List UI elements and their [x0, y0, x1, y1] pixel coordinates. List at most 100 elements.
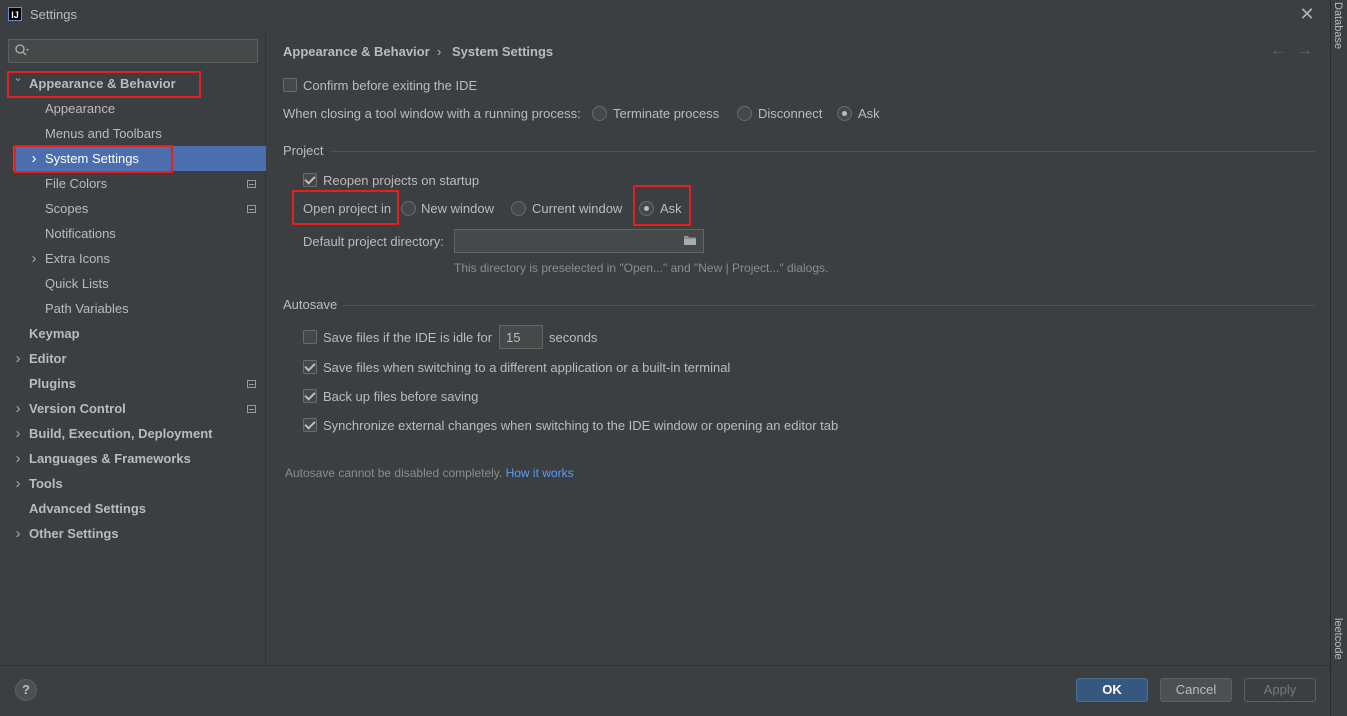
settings-content: [266, 30, 1330, 665]
chevron-right-icon[interactable]: ›: [13, 521, 23, 546]
search-icon: [15, 44, 29, 56]
chevron-right-icon[interactable]: ›: [13, 471, 23, 496]
chevron-right-icon[interactable]: ›: [13, 421, 23, 446]
chevron-right-icon[interactable]: ›: [13, 346, 23, 371]
default-directory-input[interactable]: [454, 229, 704, 253]
save-on-switch-label: Save files when switching to a different…: [323, 360, 731, 375]
backup-files-label: Back up files before saving: [323, 389, 479, 404]
sidebar-item-file-colors[interactable]: File Colors: [45, 171, 107, 196]
chevron-right-icon[interactable]: ›: [29, 146, 39, 171]
sidebar-item-label: Keymap: [29, 326, 80, 341]
sidebar-item-notifications[interactable]: Notifications: [45, 221, 116, 246]
sidebar-item-appearance[interactable]: Appearance: [45, 96, 115, 121]
sidebar-item-label: Editor: [29, 351, 67, 366]
sidebar-item-system-settings[interactable]: System Settings: [13, 146, 266, 171]
ok-button[interactable]: OK: [1076, 678, 1148, 702]
sidebar-item-version-control[interactable]: Version Control: [29, 396, 126, 421]
sidebar-item-quick-lists[interactable]: Quick Lists: [45, 271, 109, 296]
terminate-process-radio[interactable]: [592, 106, 607, 121]
sidebar-item-scopes[interactable]: Scopes: [45, 196, 88, 221]
disconnect-radio[interactable]: [737, 106, 752, 121]
save-idle-label: Save files if the IDE is idle for: [323, 330, 493, 345]
sidebar-item-build-execution-deployment[interactable]: Build, Execution, Deployment: [29, 421, 212, 446]
sidebar-item-tools[interactable]: Tools: [29, 471, 63, 496]
sidebar-item-other-settings[interactable]: Other Settings: [29, 521, 119, 546]
save-on-switch-checkbox[interactable]: [303, 360, 317, 374]
sidebar-item-label: Other Settings: [29, 526, 119, 541]
help-button[interactable]: ?: [15, 679, 37, 701]
forward-arrow-icon[interactable]: →: [1297, 42, 1313, 60]
backup-files-checkbox[interactable]: [303, 389, 317, 403]
chevron-right-icon[interactable]: ›: [13, 446, 23, 471]
sync-external-label: Synchronize external changes when switch…: [323, 418, 839, 433]
breadcrumb-parent[interactable]: Appearance & Behavior: [283, 44, 430, 59]
sidebar-item-label: Scopes: [45, 201, 89, 216]
open-project-ask-label: Ask: [660, 201, 682, 216]
sidebar-item-label: File Colors: [45, 176, 108, 191]
tool-window-label: When closing a tool window with a runnin…: [283, 106, 581, 121]
sidebar-item-label: Quick Lists: [45, 276, 109, 291]
right-tool-strip: Database leetcode: [1330, 0, 1347, 716]
sidebar-item-label: Notifications: [45, 226, 116, 241]
sidebar-item-label: Advanced Settings: [29, 501, 147, 516]
sidebar-item-path-variables[interactable]: Path Variables: [45, 296, 129, 321]
default-directory-hint: This directory is preselected in "Open..…: [454, 261, 829, 275]
sidebar-item-languages-frameworks[interactable]: Languages & Frameworks: [29, 446, 191, 471]
sidebar-item-editor[interactable]: Editor: [29, 346, 67, 371]
sidebar-item-keymap[interactable]: Keymap: [29, 321, 80, 346]
sidebar-item-extra-icons[interactable]: Extra Icons: [45, 246, 110, 271]
project-level-icon: [247, 405, 256, 413]
tool-window-ask-label: Ask: [858, 106, 880, 121]
close-icon[interactable]: ✕: [1299, 5, 1315, 23]
open-project-ask-radio[interactable]: [639, 201, 654, 216]
terminate-process-label: Terminate process: [613, 106, 720, 121]
search-input[interactable]: [8, 39, 258, 63]
new-window-label: New window: [421, 201, 494, 216]
title-bar: [0, 0, 1330, 30]
project-level-icon: [247, 180, 256, 188]
autosave-note-text: Autosave cannot be disabled completely.: [285, 466, 503, 480]
autosave-section-title: Autosave: [283, 297, 338, 312]
idle-seconds-unit: seconds: [549, 330, 598, 345]
leetcode-tool-tab[interactable]: leetcode: [1332, 618, 1344, 660]
default-directory-label: Default project directory:: [303, 234, 444, 249]
sidebar-item-label: Languages & Frameworks: [29, 451, 191, 466]
page-title: System Settings: [452, 44, 554, 59]
disconnect-label: Disconnect: [758, 106, 823, 121]
sidebar-item-label: Menus and Toolbars: [45, 126, 162, 141]
sidebar-item-appearance-behavior[interactable]: Appearance & Behavior: [29, 71, 176, 96]
how-it-works-link[interactable]: How it works: [506, 466, 574, 480]
folder-icon[interactable]: [683, 234, 697, 246]
sidebar-item-plugins[interactable]: Plugins: [29, 371, 76, 396]
new-window-radio[interactable]: [401, 201, 416, 216]
current-window-radio[interactable]: [511, 201, 526, 216]
sidebar-item-label: Plugins: [29, 376, 76, 391]
tool-window-ask-radio[interactable]: [837, 106, 852, 121]
sync-external-checkbox[interactable]: [303, 418, 317, 432]
current-window-label: Current window: [532, 201, 623, 216]
chevron-down-icon[interactable]: ⌄: [13, 66, 23, 91]
confirm-exit-checkbox[interactable]: [283, 78, 297, 92]
reopen-projects-checkbox[interactable]: [303, 173, 317, 187]
cancel-button[interactable]: Cancel: [1160, 678, 1232, 702]
project-separator: [330, 151, 1315, 152]
sidebar-item-advanced-settings[interactable]: Advanced Settings: [29, 496, 146, 521]
open-project-in-label: Open project in: [303, 201, 392, 216]
save-idle-checkbox[interactable]: [303, 330, 317, 344]
chevron-right-icon[interactable]: ›: [29, 246, 39, 271]
sidebar-item-label: Extra Icons: [45, 251, 111, 266]
breadcrumb-separator: ›: [437, 44, 442, 59]
project-level-icon: [247, 205, 256, 213]
sidebar-item-label: Path Variables: [45, 301, 129, 316]
sidebar-item-label: Build, Execution, Deployment: [29, 426, 213, 441]
sidebar-item-menus-and-toolbars[interactable]: Menus and Toolbars: [45, 121, 162, 146]
chevron-right-icon[interactable]: ›: [13, 396, 23, 421]
idle-seconds-input[interactable]: [499, 325, 543, 349]
back-arrow-icon[interactable]: ←: [1270, 42, 1286, 60]
database-tool-tab[interactable]: Database: [1332, 2, 1344, 49]
sidebar-item-label: System Settings: [45, 151, 139, 166]
sidebar-item-label: Appearance: [45, 101, 116, 116]
apply-button[interactable]: Apply: [1244, 678, 1316, 702]
project-section-title: Project: [283, 143, 324, 158]
sidebar-item-label: Tools: [29, 476, 63, 491]
